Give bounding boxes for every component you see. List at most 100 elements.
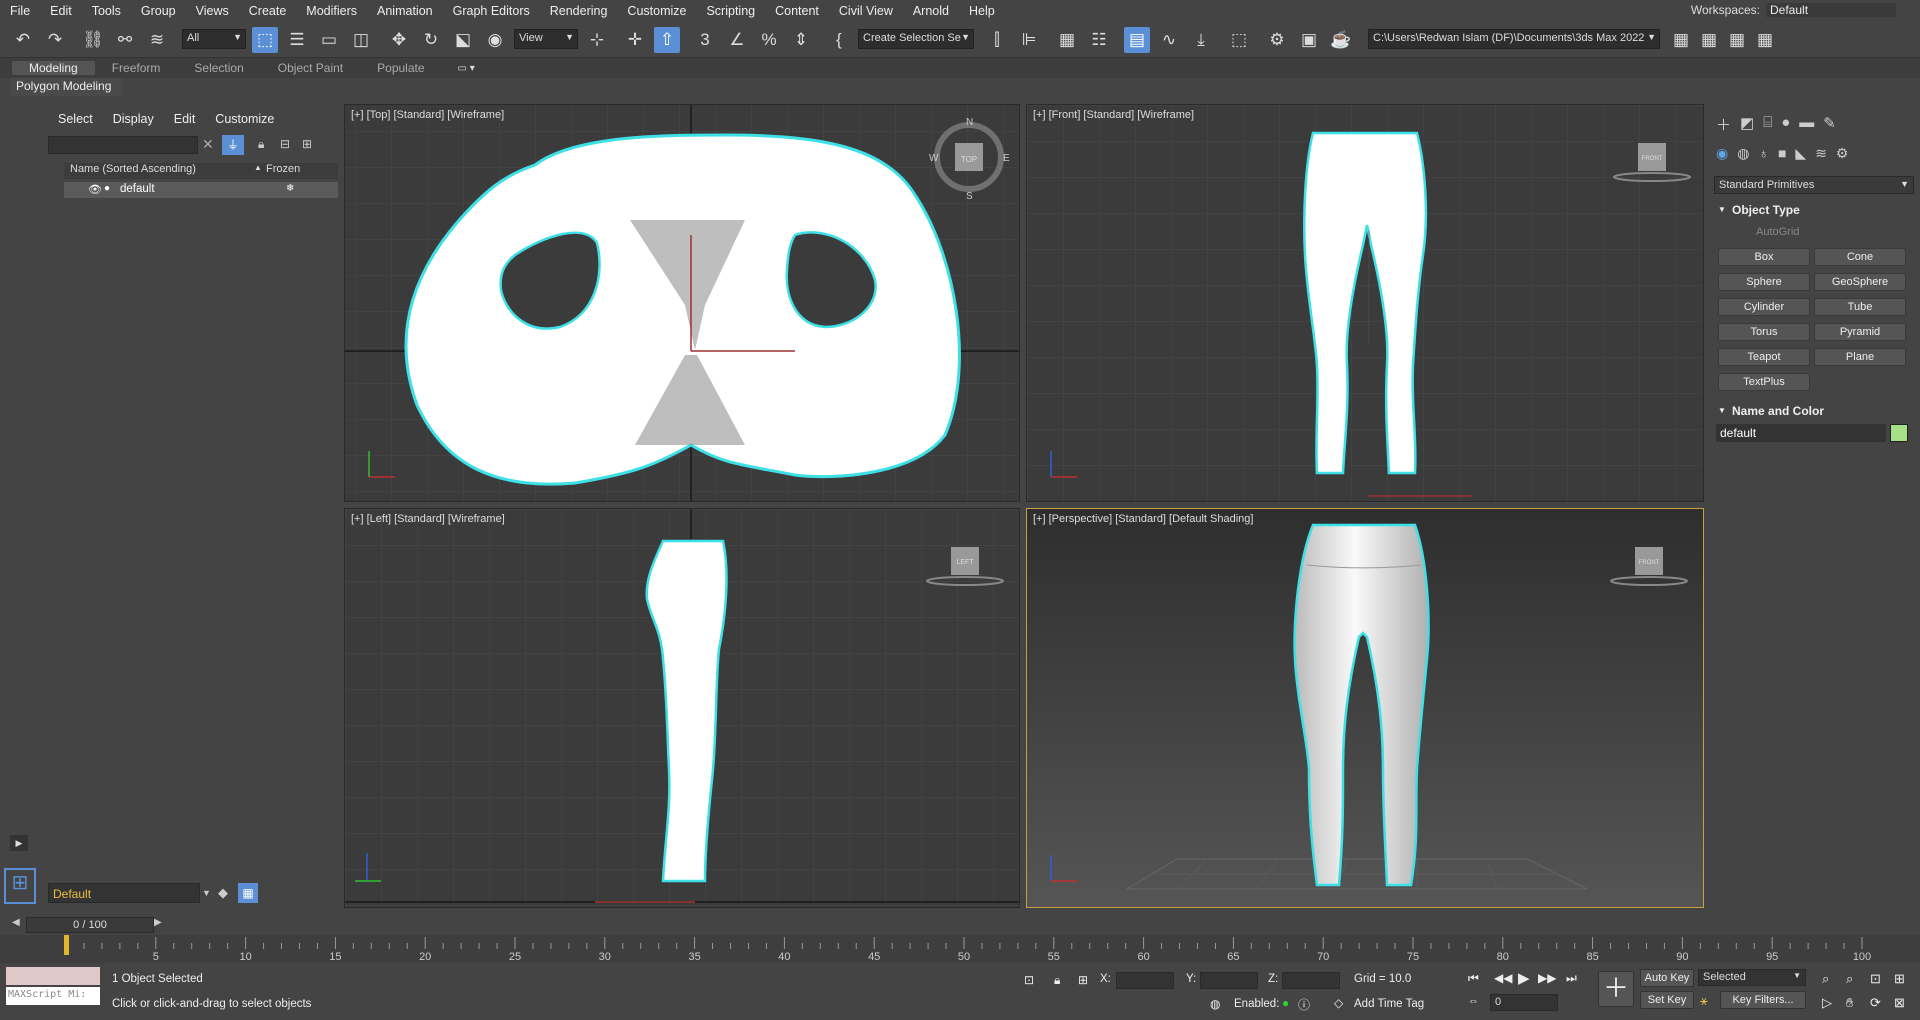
select-object-icon[interactable]: ⬚	[252, 27, 278, 53]
clear-search-icon[interactable]: ✕	[202, 136, 214, 153]
layer-select[interactable]: Default	[48, 883, 200, 903]
zoom-icon[interactable]: ⌕	[1822, 971, 1829, 987]
unlink-icon[interactable]: ⚯	[112, 27, 138, 53]
time-tag-icon[interactable]: ◇	[1334, 996, 1343, 1010]
cylinder-button[interactable]: Cylinder	[1718, 298, 1810, 316]
cameras-category-icon[interactable]: ■	[1778, 145, 1786, 162]
menu-modifiers[interactable]: Modifiers	[296, 4, 367, 18]
percent-snap-icon[interactable]: %	[756, 27, 782, 53]
zoom-extents-all-icon[interactable]: ⊞	[1894, 971, 1905, 987]
selection-lock-icon[interactable]: 🔒︎	[1054, 973, 1060, 988]
motion-tab-icon[interactable]: ●	[1781, 114, 1790, 135]
menu-graph-editors[interactable]: Graph Editors	[443, 4, 540, 18]
snaps-toggle-icon[interactable]: 3	[692, 27, 718, 53]
key-tangent-icon[interactable]: ⚹	[1700, 993, 1708, 1009]
menu-civil-view[interactable]: Civil View	[829, 4, 903, 18]
named-selection-select[interactable]: Create Selection Se ▼	[858, 29, 974, 49]
key-filters-button[interactable]: Key Filters...	[1720, 991, 1806, 1009]
project-settings-icon[interactable]: ▦	[1752, 27, 1778, 53]
object-type-rollout[interactable]: Object Type	[1714, 203, 1914, 221]
set-key-big-icon[interactable]: ＋	[1598, 971, 1634, 1007]
table-row[interactable]: 👁︎ ● default ❄	[64, 182, 338, 198]
maximize-viewport-icon[interactable]: ⊠	[1894, 995, 1905, 1011]
menu-animation[interactable]: Animation	[367, 4, 443, 18]
render-icon[interactable]: ☕	[1328, 27, 1354, 53]
orbit-icon[interactable]: ⟳	[1870, 995, 1881, 1011]
y-coordinate-input[interactable]	[1200, 972, 1258, 989]
name-and-color-rollout[interactable]: Name and Color	[1714, 404, 1914, 422]
hierarchy-icon[interactable]: ⊟	[280, 137, 290, 151]
viewport-layout-icon[interactable]: ⊞	[4, 868, 36, 904]
layer-dropdown-icon[interactable]: ▼	[202, 888, 211, 898]
viewport-left-label[interactable]: [+] [Left] [Standard] [Wireframe]	[351, 513, 505, 525]
explorer-menu-select[interactable]: Select	[58, 112, 93, 126]
placement-icon[interactable]: ◉	[482, 27, 508, 53]
object-name-input[interactable]: default	[1716, 424, 1886, 442]
menu-edit[interactable]: Edit	[40, 4, 82, 18]
maxscript-mini-listener[interactable]: MAXScript Mi:	[6, 987, 100, 1005]
material-editor-icon[interactable]: ⬚	[1226, 27, 1252, 53]
keyboard-shortcut-toggle-icon[interactable]: ⇧	[654, 27, 680, 53]
menu-rendering[interactable]: Rendering	[540, 4, 618, 18]
select-manipulate-icon[interactable]: ✛	[622, 27, 648, 53]
x-coordinate-input[interactable]	[1116, 972, 1174, 989]
ribbon-panel-polygon-modeling[interactable]: Polygon Modeling	[10, 78, 122, 96]
link-icon[interactable]: ⛓	[80, 27, 106, 53]
next-frame-icon[interactable]: ▶▶	[1538, 971, 1556, 985]
tab-modeling[interactable]: Modeling	[12, 61, 95, 75]
utilities-tab-icon[interactable]: ✎	[1823, 114, 1836, 135]
filter-toggle-icon[interactable]: ⏚	[222, 135, 244, 155]
angle-snap-icon[interactable]: ∠	[724, 27, 750, 53]
autogrid-checkbox[interactable]: AutoGrid	[1756, 226, 1799, 238]
spinner-snap-icon[interactable]: ⇕	[788, 27, 814, 53]
menu-file[interactable]: File	[0, 4, 40, 18]
explorer-menu-edit[interactable]: Edit	[174, 112, 196, 126]
layer-stack-icon[interactable]: ◆	[218, 885, 228, 901]
modify-tab-icon[interactable]: ◩	[1740, 114, 1754, 135]
viewport-perspective[interactable]: FRONT [+] [Perspective] [Standard] [Defa…	[1026, 508, 1704, 908]
box-button[interactable]: Box	[1718, 248, 1810, 266]
tab-selection[interactable]: Selection	[177, 61, 260, 75]
window-crossing-icon[interactable]: ◫	[348, 27, 374, 53]
explorer-menu-customize[interactable]: Customize	[215, 112, 274, 126]
auto-key-button[interactable]: Auto Key	[1640, 969, 1694, 987]
time-slider[interactable]: 0 / 100	[26, 917, 154, 933]
time-prev-icon[interactable]: ◀	[12, 917, 20, 928]
column-name-header[interactable]: Name (Sorted Ascending)	[70, 163, 196, 175]
key-mode-select[interactable]: Selected ▼	[1698, 969, 1806, 986]
rotate-icon[interactable]: ↻	[418, 27, 444, 53]
project-new-icon[interactable]: ▦	[1724, 27, 1750, 53]
expand-arrow-icon[interactable]: ▶	[10, 835, 28, 851]
ribbon-options-icon[interactable]: ▭ ▾	[458, 63, 475, 74]
tab-populate[interactable]: Populate	[360, 61, 441, 75]
goto-end-icon[interactable]: ⏭	[1566, 971, 1577, 986]
visibility-eye-icon[interactable]: 👁︎	[88, 183, 102, 196]
curve-editor-icon[interactable]: ∿	[1156, 27, 1182, 53]
menu-customize[interactable]: Customize	[617, 4, 696, 18]
mirror-icon[interactable]: ⫿	[984, 27, 1010, 53]
viewport-top-label[interactable]: [+] [Top] [Standard] [Wireframe]	[351, 109, 504, 121]
tab-object-paint[interactable]: Object Paint	[261, 61, 360, 75]
schematic-view-icon[interactable]: ⤓	[1188, 27, 1214, 53]
lock-icon[interactable]: 🔒︎	[258, 137, 264, 152]
ribbon-toggle-icon[interactable]: ▤	[1124, 27, 1150, 53]
project-folder-icon[interactable]: ▦	[1668, 27, 1694, 53]
menu-content[interactable]: Content	[765, 4, 829, 18]
project-open-icon[interactable]: ▦	[1696, 27, 1722, 53]
undo-icon[interactable]: ↶	[10, 27, 36, 53]
shapes-category-icon[interactable]: ◍	[1737, 145, 1749, 162]
render-setup-icon[interactable]: ⚙	[1264, 27, 1290, 53]
tab-freeform[interactable]: Freeform	[95, 61, 178, 75]
create-tab-icon[interactable]: ＋	[1716, 114, 1731, 135]
menu-tools[interactable]: Tools	[82, 4, 131, 18]
torus-button[interactable]: Torus	[1718, 323, 1810, 341]
reference-coordinate-select[interactable]: View ▼	[514, 29, 578, 49]
workspaces-select[interactable]: Default	[1766, 3, 1896, 17]
track-bar[interactable]: 5 10 15 20 25 30 35 40 45 50 55 60 65 70 75 80 85 90 95 100	[0, 935, 1920, 963]
layers-icon[interactable]: ⊞	[302, 137, 312, 151]
enabled-dot-icon[interactable]: ●	[1282, 996, 1289, 1010]
textplus-button[interactable]: TextPlus	[1718, 373, 1810, 391]
goto-start-icon[interactable]: ⏮	[1468, 971, 1479, 986]
current-frame-input[interactable]: 0	[1490, 994, 1558, 1011]
pan-icon[interactable]: ✋︎	[1846, 995, 1853, 1011]
